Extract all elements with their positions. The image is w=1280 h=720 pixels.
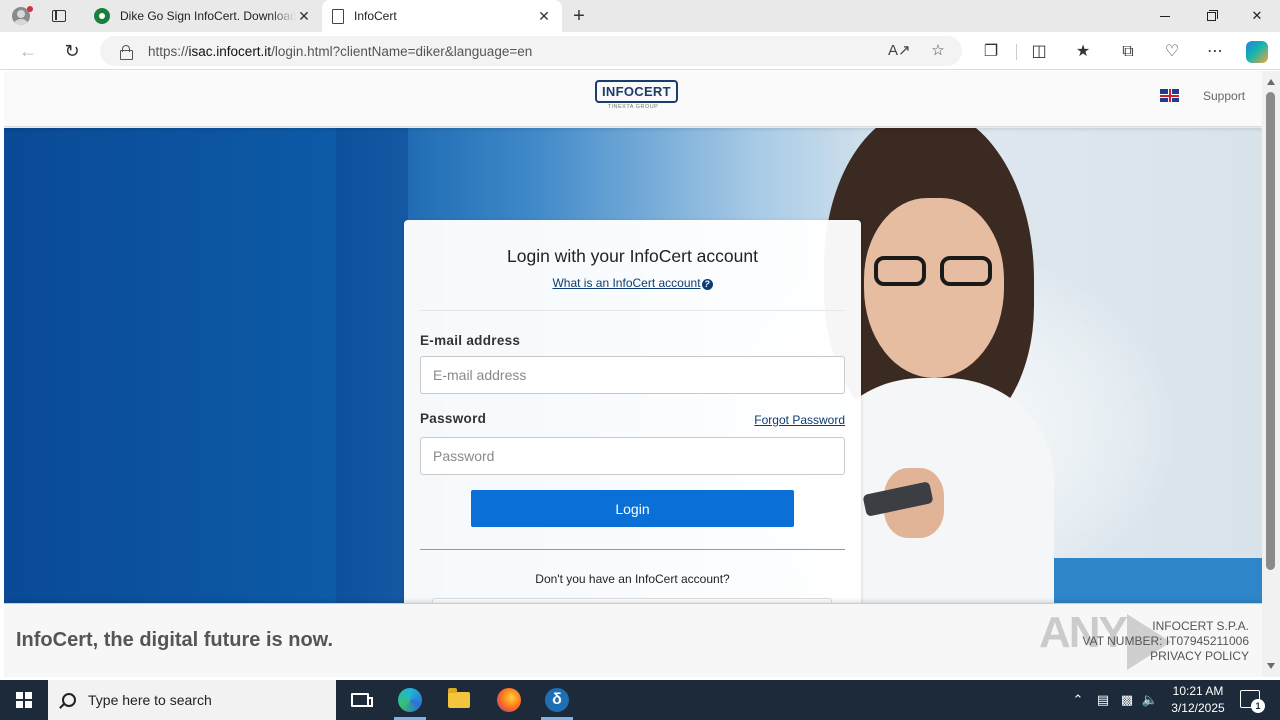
privacy-policy-link[interactable]: PRIVACY POLICY: [1082, 649, 1249, 664]
login-title: Login with your InfoCert account: [507, 246, 758, 266]
folder-icon: [448, 688, 470, 708]
start-button[interactable]: [0, 680, 48, 720]
password-label: Password: [420, 411, 487, 426]
tab-close-icon[interactable]: ✕: [296, 8, 312, 24]
favorite-star-icon[interactable]: ☆: [928, 41, 948, 61]
taskbar-file-explorer[interactable]: [435, 680, 483, 720]
task-view-icon: [351, 693, 373, 707]
email-label: E-mail address: [420, 333, 521, 348]
company-name: INFOCERT S.P.A.: [1152, 619, 1249, 633]
split-screen-icon[interactable]: ◫: [1028, 41, 1050, 63]
notification-count: 1: [1251, 699, 1265, 713]
uk-flag-icon[interactable]: [1160, 89, 1179, 102]
email-input[interactable]: [420, 356, 845, 394]
password-input[interactable]: [420, 437, 845, 475]
taskbar-firefox[interactable]: [485, 680, 533, 720]
scroll-down-icon[interactable]: [1267, 663, 1275, 669]
dike-app-icon: δ: [545, 688, 569, 712]
logo-subtitle: TINEXTA GROUP: [607, 104, 659, 110]
task-view-button[interactable]: [336, 680, 384, 720]
collections-icon[interactable]: ⧉: [1117, 41, 1139, 63]
reload-button[interactable]: ↻: [58, 39, 86, 63]
clock-date: 3/12/2025: [1171, 701, 1225, 715]
tray-device-icon[interactable]: ▤: [1093, 690, 1113, 710]
infocert-logo[interactable]: INFOCERT TINEXTA GROUP: [595, 80, 678, 114]
restore-button[interactable]: [1188, 0, 1234, 32]
taskbar-edge[interactable]: [386, 680, 434, 720]
edge-icon: [398, 688, 422, 712]
no-account-text: Don't you have an InfoCert account?: [535, 572, 730, 586]
windows-logo-icon: [16, 692, 32, 708]
window-close-button[interactable]: ✕: [1234, 0, 1280, 32]
page-viewport: INFOCERT TINEXTA GROUP Support Login wit…: [4, 71, 1262, 677]
search-placeholder: Type here to search: [88, 692, 212, 708]
new-tab-button[interactable]: +: [568, 5, 590, 27]
read-aloud-icon[interactable]: A↗: [888, 41, 911, 61]
back-button[interactable]: ←: [14, 39, 42, 63]
windows-taskbar: Type here to search δ ⌃ ▤ ▩ 🔈 10:21 AM 3…: [0, 680, 1280, 720]
page-favicon-icon: [332, 8, 344, 24]
support-link[interactable]: Support: [1203, 89, 1245, 103]
tab-actions-icon[interactable]: [50, 7, 68, 25]
browser-essentials-icon[interactable]: ♡: [1161, 41, 1183, 63]
login-button[interactable]: Login: [471, 490, 794, 527]
scroll-up-icon[interactable]: [1267, 79, 1275, 85]
search-icon: [62, 693, 76, 707]
help-icon[interactable]: ?: [701, 279, 713, 290]
address-toolbar: ← ↻ https://isac.infocert.it/login.html?…: [0, 32, 1280, 70]
site-header: INFOCERT TINEXTA GROUP Support: [4, 71, 1262, 127]
copilot-icon[interactable]: [1246, 41, 1268, 63]
favorites-icon[interactable]: ★: [1072, 41, 1094, 63]
clock-time: 10:21 AM: [1172, 684, 1224, 698]
profile-icon[interactable]: [8, 4, 34, 28]
footer-tagline: InfoCert, the digital future is now.: [16, 629, 334, 651]
site-footer: InfoCert, the digital future is now. ANY…: [4, 603, 1262, 677]
divider: [420, 310, 845, 311]
tab-close-icon[interactable]: ✕: [536, 8, 552, 24]
tab-title: Dike Go Sign InfoCert. Download: [120, 9, 296, 23]
notification-center-icon[interactable]: 1: [1240, 690, 1265, 713]
taskbar-dike[interactable]: δ: [533, 680, 581, 720]
footer-company-info: INFOCERT S.P.A. VAT NUMBER: IT0794521100…: [1082, 619, 1249, 664]
tab-dike-go-sign[interactable]: Dike Go Sign InfoCert. Download ✕: [84, 0, 322, 32]
more-menu-icon[interactable]: ⋯: [1204, 41, 1226, 63]
vat-number: VAT NUMBER: IT07945211006: [1082, 634, 1249, 648]
address-bar[interactable]: https://isac.infocert.it/login.html?clie…: [100, 36, 962, 66]
scroll-thumb[interactable]: [1266, 92, 1275, 570]
url-text[interactable]: https://isac.infocert.it/login.html?clie…: [148, 44, 532, 59]
firefox-icon: [497, 688, 521, 712]
minimize-button[interactable]: [1142, 0, 1188, 32]
divider: [420, 549, 845, 550]
forgot-password-link[interactable]: Forgot Password: [754, 413, 845, 427]
logo-text: INFOCERT: [595, 80, 678, 103]
dike-favicon-icon: [94, 8, 110, 24]
volume-icon[interactable]: 🔈: [1140, 690, 1160, 710]
tray-chevron-icon[interactable]: ⌃: [1068, 690, 1088, 710]
browser-tab-bar: Dike Go Sign InfoCert. Download ✕ InfoCe…: [0, 0, 1280, 32]
hero-stripe: [336, 128, 408, 603]
what-is-account-link[interactable]: What is an InfoCert account?: [404, 276, 861, 290]
lock-icon[interactable]: [120, 44, 133, 60]
toolbar-divider: [1016, 44, 1017, 60]
tab-infocert[interactable]: InfoCert ✕: [322, 0, 562, 32]
taskbar-clock[interactable]: 10:21 AM 3/12/2025: [1160, 683, 1236, 717]
network-icon[interactable]: ▩: [1117, 690, 1137, 710]
page-scrollbar[interactable]: [1262, 71, 1280, 677]
tab-title: InfoCert: [354, 9, 397, 23]
taskbar-search[interactable]: Type here to search: [48, 680, 336, 720]
login-card: Login with your InfoCert account What is…: [404, 220, 861, 634]
extensions-icon[interactable]: ❐: [980, 41, 1002, 63]
